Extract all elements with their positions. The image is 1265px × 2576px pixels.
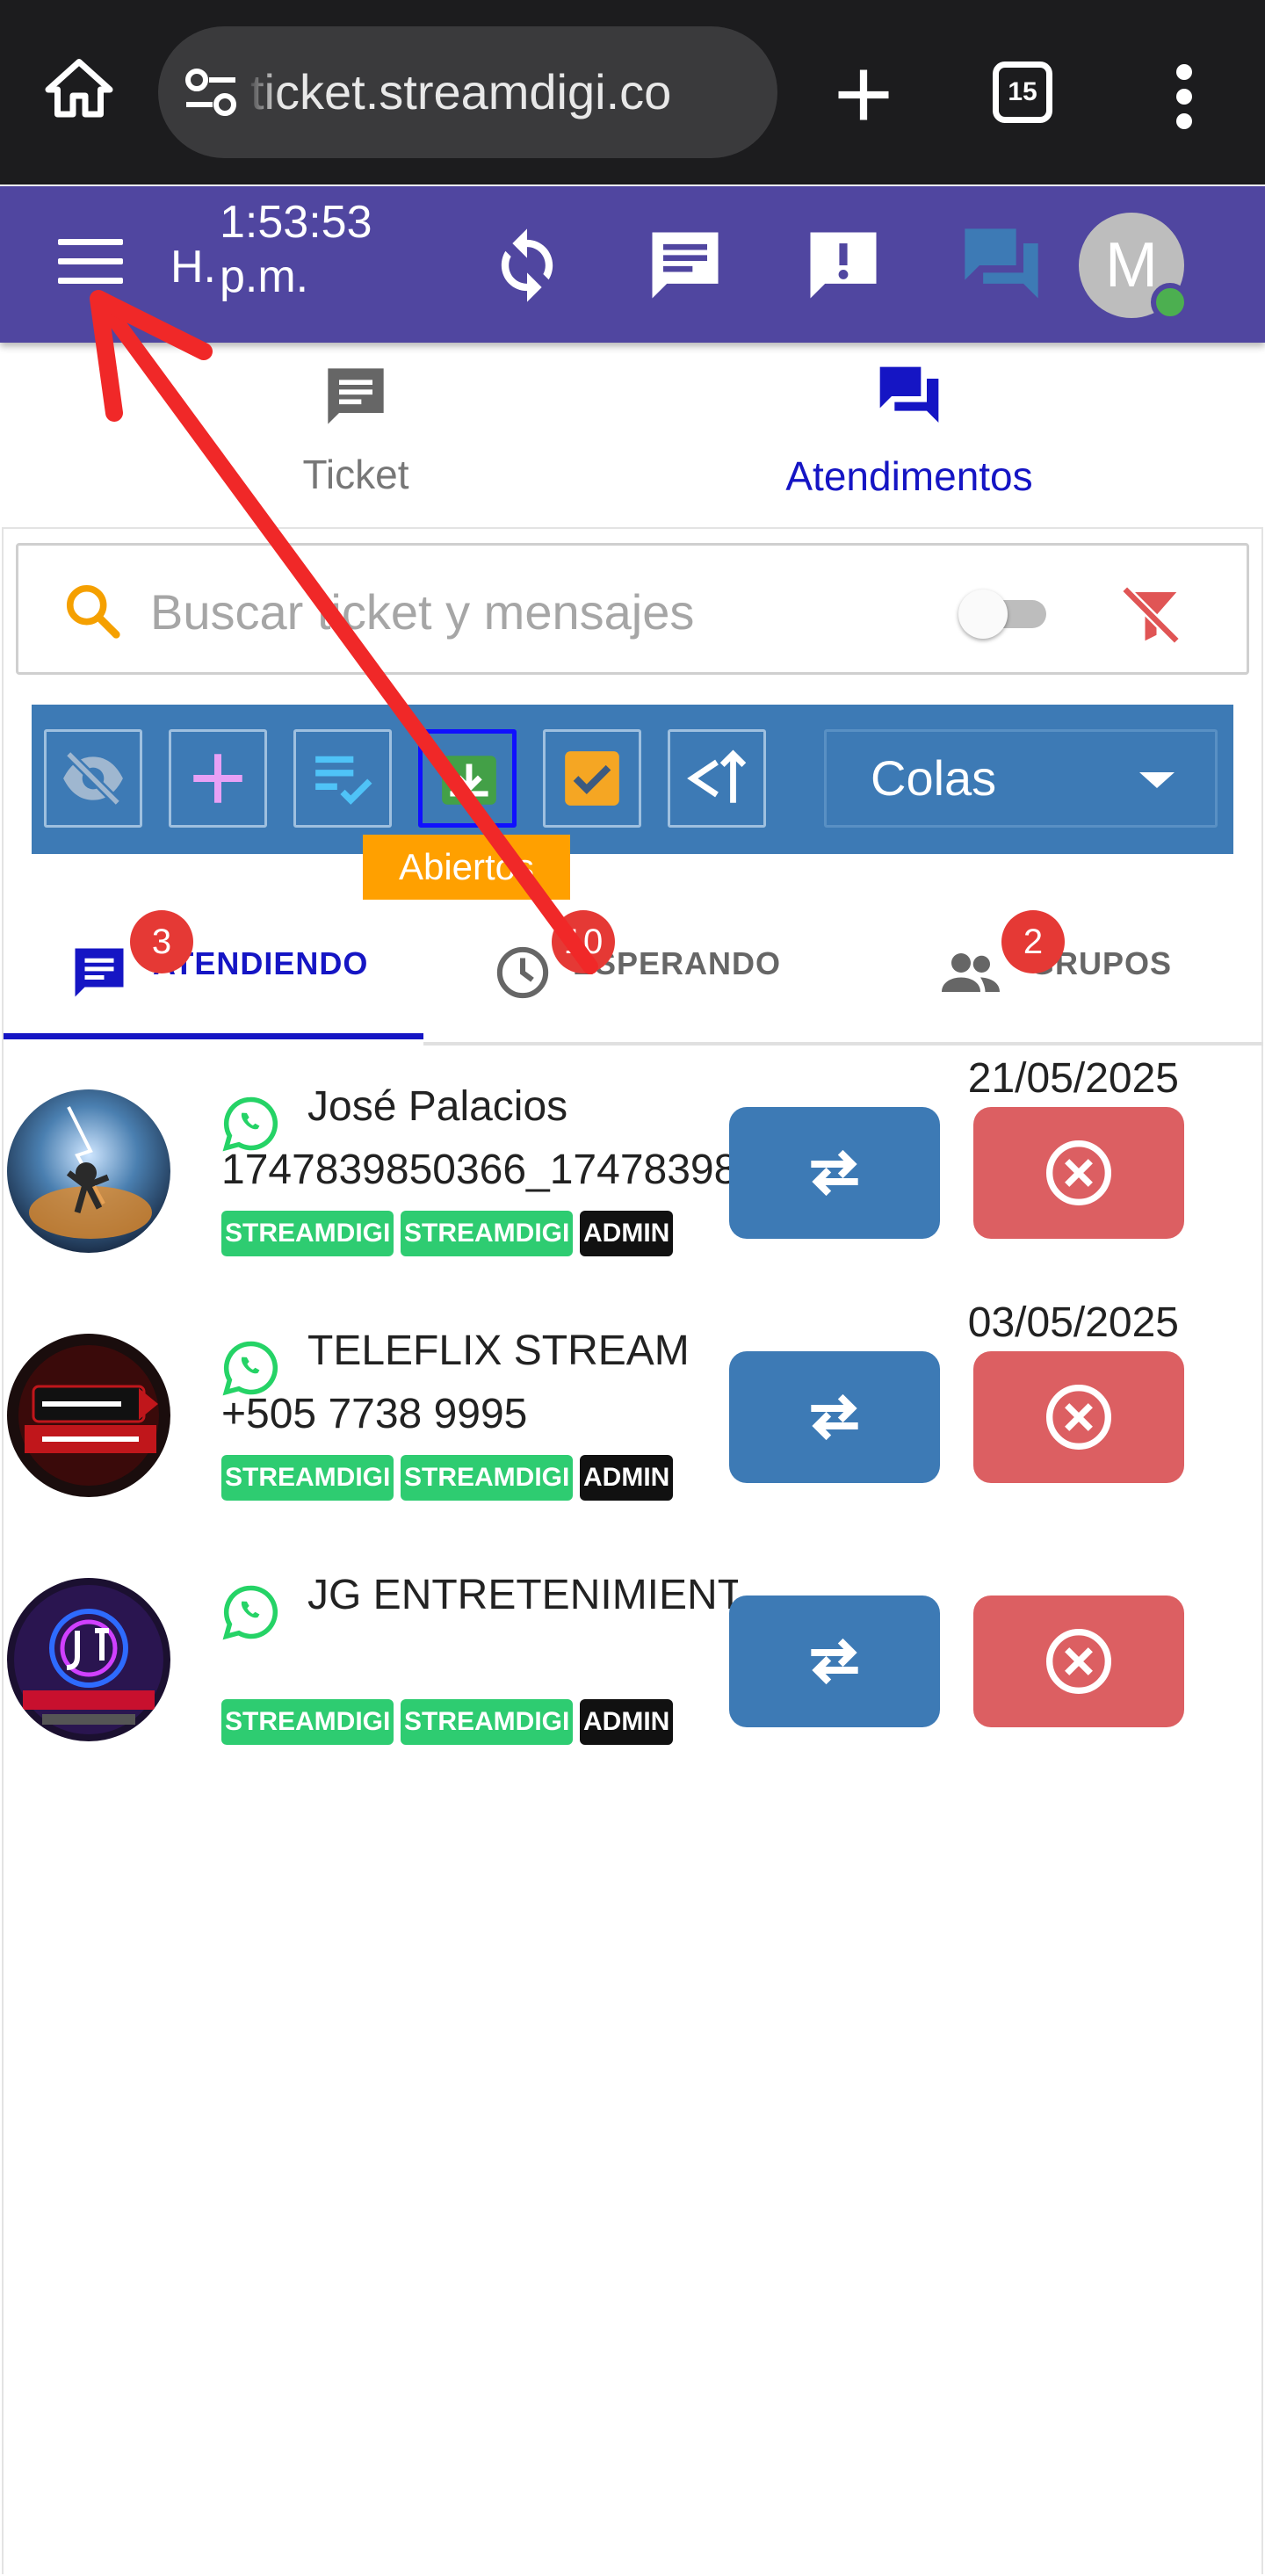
tag-badge: ADMIN bbox=[580, 1455, 674, 1501]
online-status-dot bbox=[1151, 283, 1189, 322]
ticket-date: 21/05/2025 bbox=[967, 1055, 1179, 1102]
search-icon bbox=[66, 584, 120, 639]
transfer-ticket-button[interactable] bbox=[729, 1107, 940, 1239]
tag-badge: STREAMDIGI bbox=[401, 1455, 574, 1501]
time-prefix: H. bbox=[170, 242, 216, 293]
ticket-date: 03/05/2025 bbox=[967, 1299, 1179, 1346]
app-header: H. 1:53:53 p.m. M bbox=[0, 186, 1265, 343]
contact-name: JG ENTRETENIMIENTO bbox=[307, 1572, 738, 1618]
clock-time: 1:53:53 p.m. bbox=[220, 197, 372, 302]
tab-grupos[interactable]: GRUPOS 2 bbox=[843, 910, 1263, 1046]
tag-badge: STREAMDIGI bbox=[221, 1699, 394, 1745]
clock-icon bbox=[496, 946, 549, 999]
grupos-count-badge: 2 bbox=[1001, 910, 1065, 973]
close-ticket-button[interactable] bbox=[973, 1107, 1184, 1239]
home-icon[interactable] bbox=[42, 53, 116, 127]
ticket-toolbar: Colas bbox=[32, 705, 1233, 854]
url-fade bbox=[246, 53, 281, 132]
tag-badge: STREAMDIGI bbox=[401, 1211, 574, 1256]
tab-ticket-label: Ticket bbox=[302, 452, 409, 497]
transfer-ticket-button[interactable] bbox=[729, 1596, 940, 1727]
last-message: 1747839850366_1747839850366.jpg bbox=[221, 1147, 748, 1193]
ticket-row[interactable]: José Palacios 1747839850366_174783985036… bbox=[0, 1046, 1265, 1290]
tab-esperando[interactable]: ESPERANDO 10 bbox=[423, 910, 843, 1046]
tab-atendimentos-label: Atendimentos bbox=[785, 453, 1033, 499]
close-circle-icon bbox=[1046, 1140, 1111, 1205]
contact-avatar bbox=[7, 1334, 170, 1497]
swap-icon bbox=[811, 1393, 858, 1441]
checkbox-icon bbox=[565, 751, 619, 806]
tab-switcher-button[interactable]: 15 bbox=[993, 62, 1052, 123]
add-icon bbox=[193, 754, 242, 803]
tag-badge: STREAMDIGI bbox=[221, 1211, 394, 1256]
address-bar[interactable]: ticket.streamdigi.co bbox=[158, 26, 777, 158]
playlist-check-button[interactable] bbox=[293, 729, 392, 828]
feedback-icon[interactable] bbox=[799, 221, 887, 309]
swap-icon bbox=[811, 1638, 858, 1685]
group-icon bbox=[942, 953, 1000, 992]
ticket-row[interactable]: TELEFLIX STREAM +505 7738 9995 03/05/202… bbox=[0, 1290, 1265, 1534]
forum-icon bbox=[879, 366, 939, 423]
last-message: +505 7738 9995 bbox=[221, 1391, 528, 1437]
message-icon bbox=[75, 948, 124, 997]
refresh-icon[interactable] bbox=[483, 221, 571, 309]
swap-icon bbox=[811, 1149, 858, 1197]
close-ticket-button[interactable] bbox=[973, 1596, 1184, 1727]
search-messages-toggle[interactable] bbox=[958, 588, 1050, 639]
whatsapp-icon bbox=[222, 1585, 278, 1640]
tag-badge: STREAMDIGI bbox=[401, 1699, 574, 1745]
open-tickets-button[interactable] bbox=[418, 729, 517, 828]
tag-badge: ADMIN bbox=[580, 1699, 674, 1745]
menu-icon[interactable] bbox=[58, 239, 123, 288]
ticket-row[interactable]: JG ENTRETENIMIENTO STREAMDIGI STREAMDIGI… bbox=[0, 1534, 1265, 1778]
more-vert-icon[interactable] bbox=[1167, 62, 1202, 132]
tag-badge: STREAMDIGI bbox=[221, 1455, 394, 1501]
esperando-count-badge: 10 bbox=[552, 910, 615, 973]
browser-toolbar: ticket.streamdigi.co 15 bbox=[0, 0, 1265, 185]
contact-name: José Palacios bbox=[307, 1083, 568, 1130]
contact-name: TELEFLIX STREAM bbox=[307, 1328, 690, 1374]
queue-select[interactable]: Colas bbox=[824, 729, 1218, 828]
open-tickets-icon bbox=[442, 756, 496, 805]
tab-ticket[interactable]: Ticket bbox=[255, 356, 457, 514]
transfer-ticket-button[interactable] bbox=[729, 1351, 940, 1483]
sort-button[interactable] bbox=[668, 729, 766, 828]
hide-tickets-button[interactable] bbox=[44, 729, 142, 828]
atendiendo-count-badge: 3 bbox=[130, 910, 193, 973]
playlist-check-icon bbox=[315, 756, 372, 805]
visibility-off-icon bbox=[63, 750, 123, 807]
queue-select-label: Colas bbox=[871, 750, 997, 806]
close-circle-icon bbox=[1046, 1629, 1111, 1694]
contact-avatar bbox=[7, 1089, 170, 1253]
new-ticket-button[interactable] bbox=[169, 729, 267, 828]
new-tab-icon[interactable] bbox=[830, 62, 897, 128]
search-input[interactable] bbox=[150, 581, 906, 642]
active-tab-indicator bbox=[4, 1033, 423, 1039]
chevron-down-icon bbox=[1139, 772, 1175, 788]
message-icon bbox=[328, 368, 384, 424]
filter-off-icon[interactable] bbox=[1117, 581, 1185, 649]
sort-icon bbox=[687, 749, 747, 803]
close-circle-icon bbox=[1046, 1385, 1111, 1450]
tag-badge: ADMIN bbox=[580, 1211, 674, 1256]
contact-avatar bbox=[7, 1578, 170, 1741]
search-box bbox=[16, 543, 1249, 675]
tab-atendimentos[interactable]: Atendimentos bbox=[738, 356, 1081, 514]
tab-atendiendo[interactable]: ATENDIENDO 3 bbox=[4, 910, 423, 1046]
forum-icon[interactable] bbox=[958, 221, 1045, 309]
tooltip-abiertos: Abiertos bbox=[363, 835, 570, 900]
chat-icon[interactable] bbox=[641, 221, 729, 309]
checkbox-button[interactable] bbox=[543, 729, 641, 828]
url-text: ticket.streamdigi.co bbox=[250, 64, 672, 119]
site-settings-icon[interactable] bbox=[183, 66, 239, 119]
close-ticket-button[interactable] bbox=[973, 1351, 1184, 1483]
